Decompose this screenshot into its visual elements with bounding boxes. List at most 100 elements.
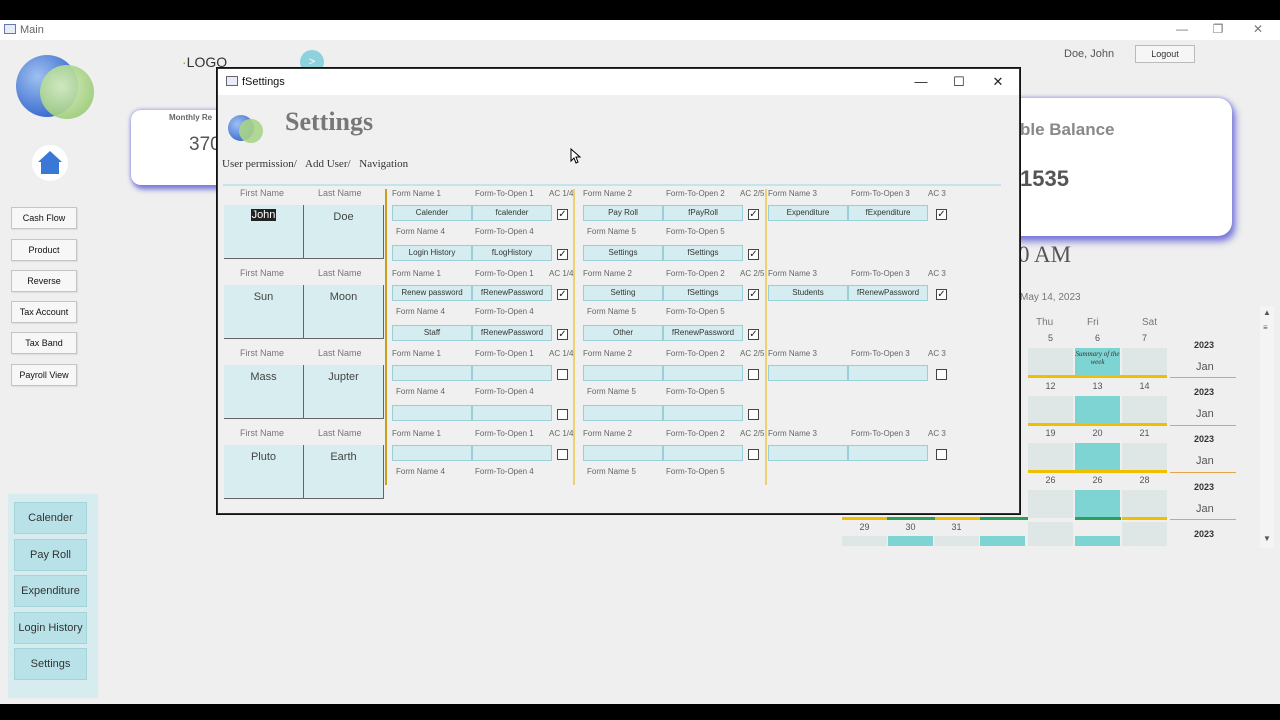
cal-cell[interactable] (1028, 522, 1073, 546)
form-to-open-field[interactable]: fSettings (663, 245, 743, 261)
access-checkbox[interactable] (748, 449, 759, 460)
access-checkbox[interactable]: ✓ (557, 289, 568, 300)
form-name-field[interactable]: Calender (392, 205, 472, 221)
cal-cell[interactable] (1075, 536, 1120, 546)
form-name-field[interactable]: Setting (583, 285, 663, 301)
form-to-open-field[interactable]: fRenewPassword (472, 325, 552, 341)
cal-cell[interactable] (842, 536, 887, 546)
product-button[interactable]: Product (11, 239, 77, 261)
access-checkbox[interactable]: ✓ (748, 289, 759, 300)
cal-cell[interactable] (1075, 396, 1120, 424)
access-checkbox[interactable]: ✓ (748, 209, 759, 220)
last-name-field[interactable]: Earth (304, 445, 384, 499)
form-name-field[interactable]: Expenditure (768, 205, 848, 221)
access-checkbox[interactable]: ✓ (557, 329, 568, 340)
cash-flow-button[interactable]: Cash Flow (11, 207, 77, 229)
close-icon[interactable]: ✕ (988, 74, 1008, 90)
cal-cell[interactable] (1028, 490, 1073, 518)
form-to-open-field[interactable] (472, 365, 552, 381)
access-checkbox[interactable] (557, 409, 568, 420)
form-to-open-field[interactable] (663, 445, 743, 461)
cal-cell[interactable] (1075, 443, 1120, 471)
form-to-open-field[interactable] (663, 365, 743, 381)
access-checkbox[interactable] (936, 449, 947, 460)
home-icon[interactable] (32, 145, 68, 181)
minimize-icon[interactable]: — (1172, 22, 1192, 36)
tax-band-button[interactable]: Tax Band (11, 332, 77, 354)
access-checkbox[interactable] (748, 369, 759, 380)
first-name-field[interactable]: Sun (224, 285, 304, 339)
payroll-view-button[interactable]: Payroll View (11, 364, 77, 386)
tax-account-button[interactable]: Tax Account (11, 301, 77, 323)
cal-cell[interactable] (1028, 348, 1073, 376)
form-to-open-field[interactable]: fExpenditure (848, 205, 928, 221)
form-to-open-field[interactable] (472, 445, 552, 461)
cal-cell[interactable] (1122, 396, 1167, 424)
access-checkbox[interactable] (936, 369, 947, 380)
form-to-open-field[interactable]: fLogHistory (472, 245, 552, 261)
form-name-field[interactable] (768, 365, 848, 381)
form-name-field[interactable]: Login History (392, 245, 472, 261)
logout-button[interactable]: Logout (1135, 45, 1195, 63)
form-to-open-field[interactable]: fRenewPassword (663, 325, 743, 341)
form-name-field[interactable]: Other (583, 325, 663, 341)
access-checkbox[interactable] (748, 409, 759, 420)
cal-cell[interactable] (1075, 490, 1120, 518)
login-history-button[interactable]: Login History (14, 612, 87, 644)
cal-cell[interactable] (888, 536, 933, 546)
minimize-icon[interactable]: — (911, 74, 931, 89)
cal-cell[interactable] (1028, 396, 1073, 424)
form-name-field[interactable]: Staff (392, 325, 472, 341)
form-to-open-field[interactable]: fcalender (472, 205, 552, 221)
breadcrumb-add-user[interactable]: Add User/ (305, 158, 351, 170)
form-to-open-field[interactable] (663, 405, 743, 421)
cal-cell[interactable] (934, 536, 979, 546)
form-to-open-field[interactable]: fRenewPassword (848, 285, 928, 301)
form-name-field[interactable]: Students (768, 285, 848, 301)
form-name-field[interactable] (392, 445, 472, 461)
first-name-field[interactable]: John (224, 205, 304, 259)
form-to-open-field[interactable] (848, 365, 928, 381)
cal-cell[interactable] (1122, 522, 1167, 546)
form-to-open-field[interactable] (472, 405, 552, 421)
form-name-field[interactable] (392, 365, 472, 381)
breadcrumb-navigation[interactable]: Navigation (359, 158, 408, 170)
scroll-thumb[interactable]: ≡ (1263, 323, 1268, 332)
cal-cell[interactable] (1122, 490, 1167, 518)
first-name-field[interactable]: Pluto (224, 445, 304, 499)
last-name-field[interactable]: Jupter (304, 365, 384, 419)
first-name-field[interactable]: Mass (224, 365, 304, 419)
form-name-field[interactable] (768, 445, 848, 461)
form-name-field[interactable]: Pay Roll (583, 205, 663, 221)
calender-button[interactable]: Calender (14, 502, 87, 534)
access-checkbox[interactable]: ✓ (748, 329, 759, 340)
access-checkbox[interactable] (557, 369, 568, 380)
access-checkbox[interactable]: ✓ (557, 249, 568, 260)
week-summary-cell[interactable]: Summary of the week (1075, 348, 1120, 376)
cal-cell[interactable] (1122, 443, 1167, 471)
settings-button[interactable]: Settings (14, 648, 87, 680)
scroll-down-icon[interactable]: ▼ (1263, 534, 1271, 543)
form-to-open-field[interactable]: fRenewPassword (472, 285, 552, 301)
reverse-button[interactable]: Reverse (11, 270, 77, 292)
close-icon[interactable]: ✕ (1248, 22, 1268, 36)
last-name-field[interactable]: Doe (304, 205, 384, 259)
access-checkbox[interactable] (557, 449, 568, 460)
maximize-icon[interactable]: ☐ (949, 74, 969, 90)
form-name-field[interactable]: Renew password (392, 285, 472, 301)
access-checkbox[interactable]: ✓ (936, 289, 947, 300)
access-checkbox[interactable]: ✓ (557, 209, 568, 220)
form-to-open-field[interactable]: fSettings (663, 285, 743, 301)
form-name-field[interactable]: Settings (583, 245, 663, 261)
scroll-up-icon[interactable]: ▲ (1263, 308, 1271, 317)
access-checkbox[interactable]: ✓ (936, 209, 947, 220)
cal-cell[interactable] (1028, 443, 1073, 471)
restore-icon[interactable]: ❐ (1208, 22, 1228, 36)
pay-roll-button[interactable]: Pay Roll (14, 539, 87, 571)
form-to-open-field[interactable] (848, 445, 928, 461)
calendar-scrollbar[interactable]: ▲ ≡ ▼ (1260, 306, 1274, 548)
cal-cell[interactable] (1122, 348, 1167, 376)
expenditure-button[interactable]: Expenditure (14, 575, 87, 607)
cal-cell[interactable] (980, 536, 1025, 546)
form-name-field[interactable] (583, 365, 663, 381)
